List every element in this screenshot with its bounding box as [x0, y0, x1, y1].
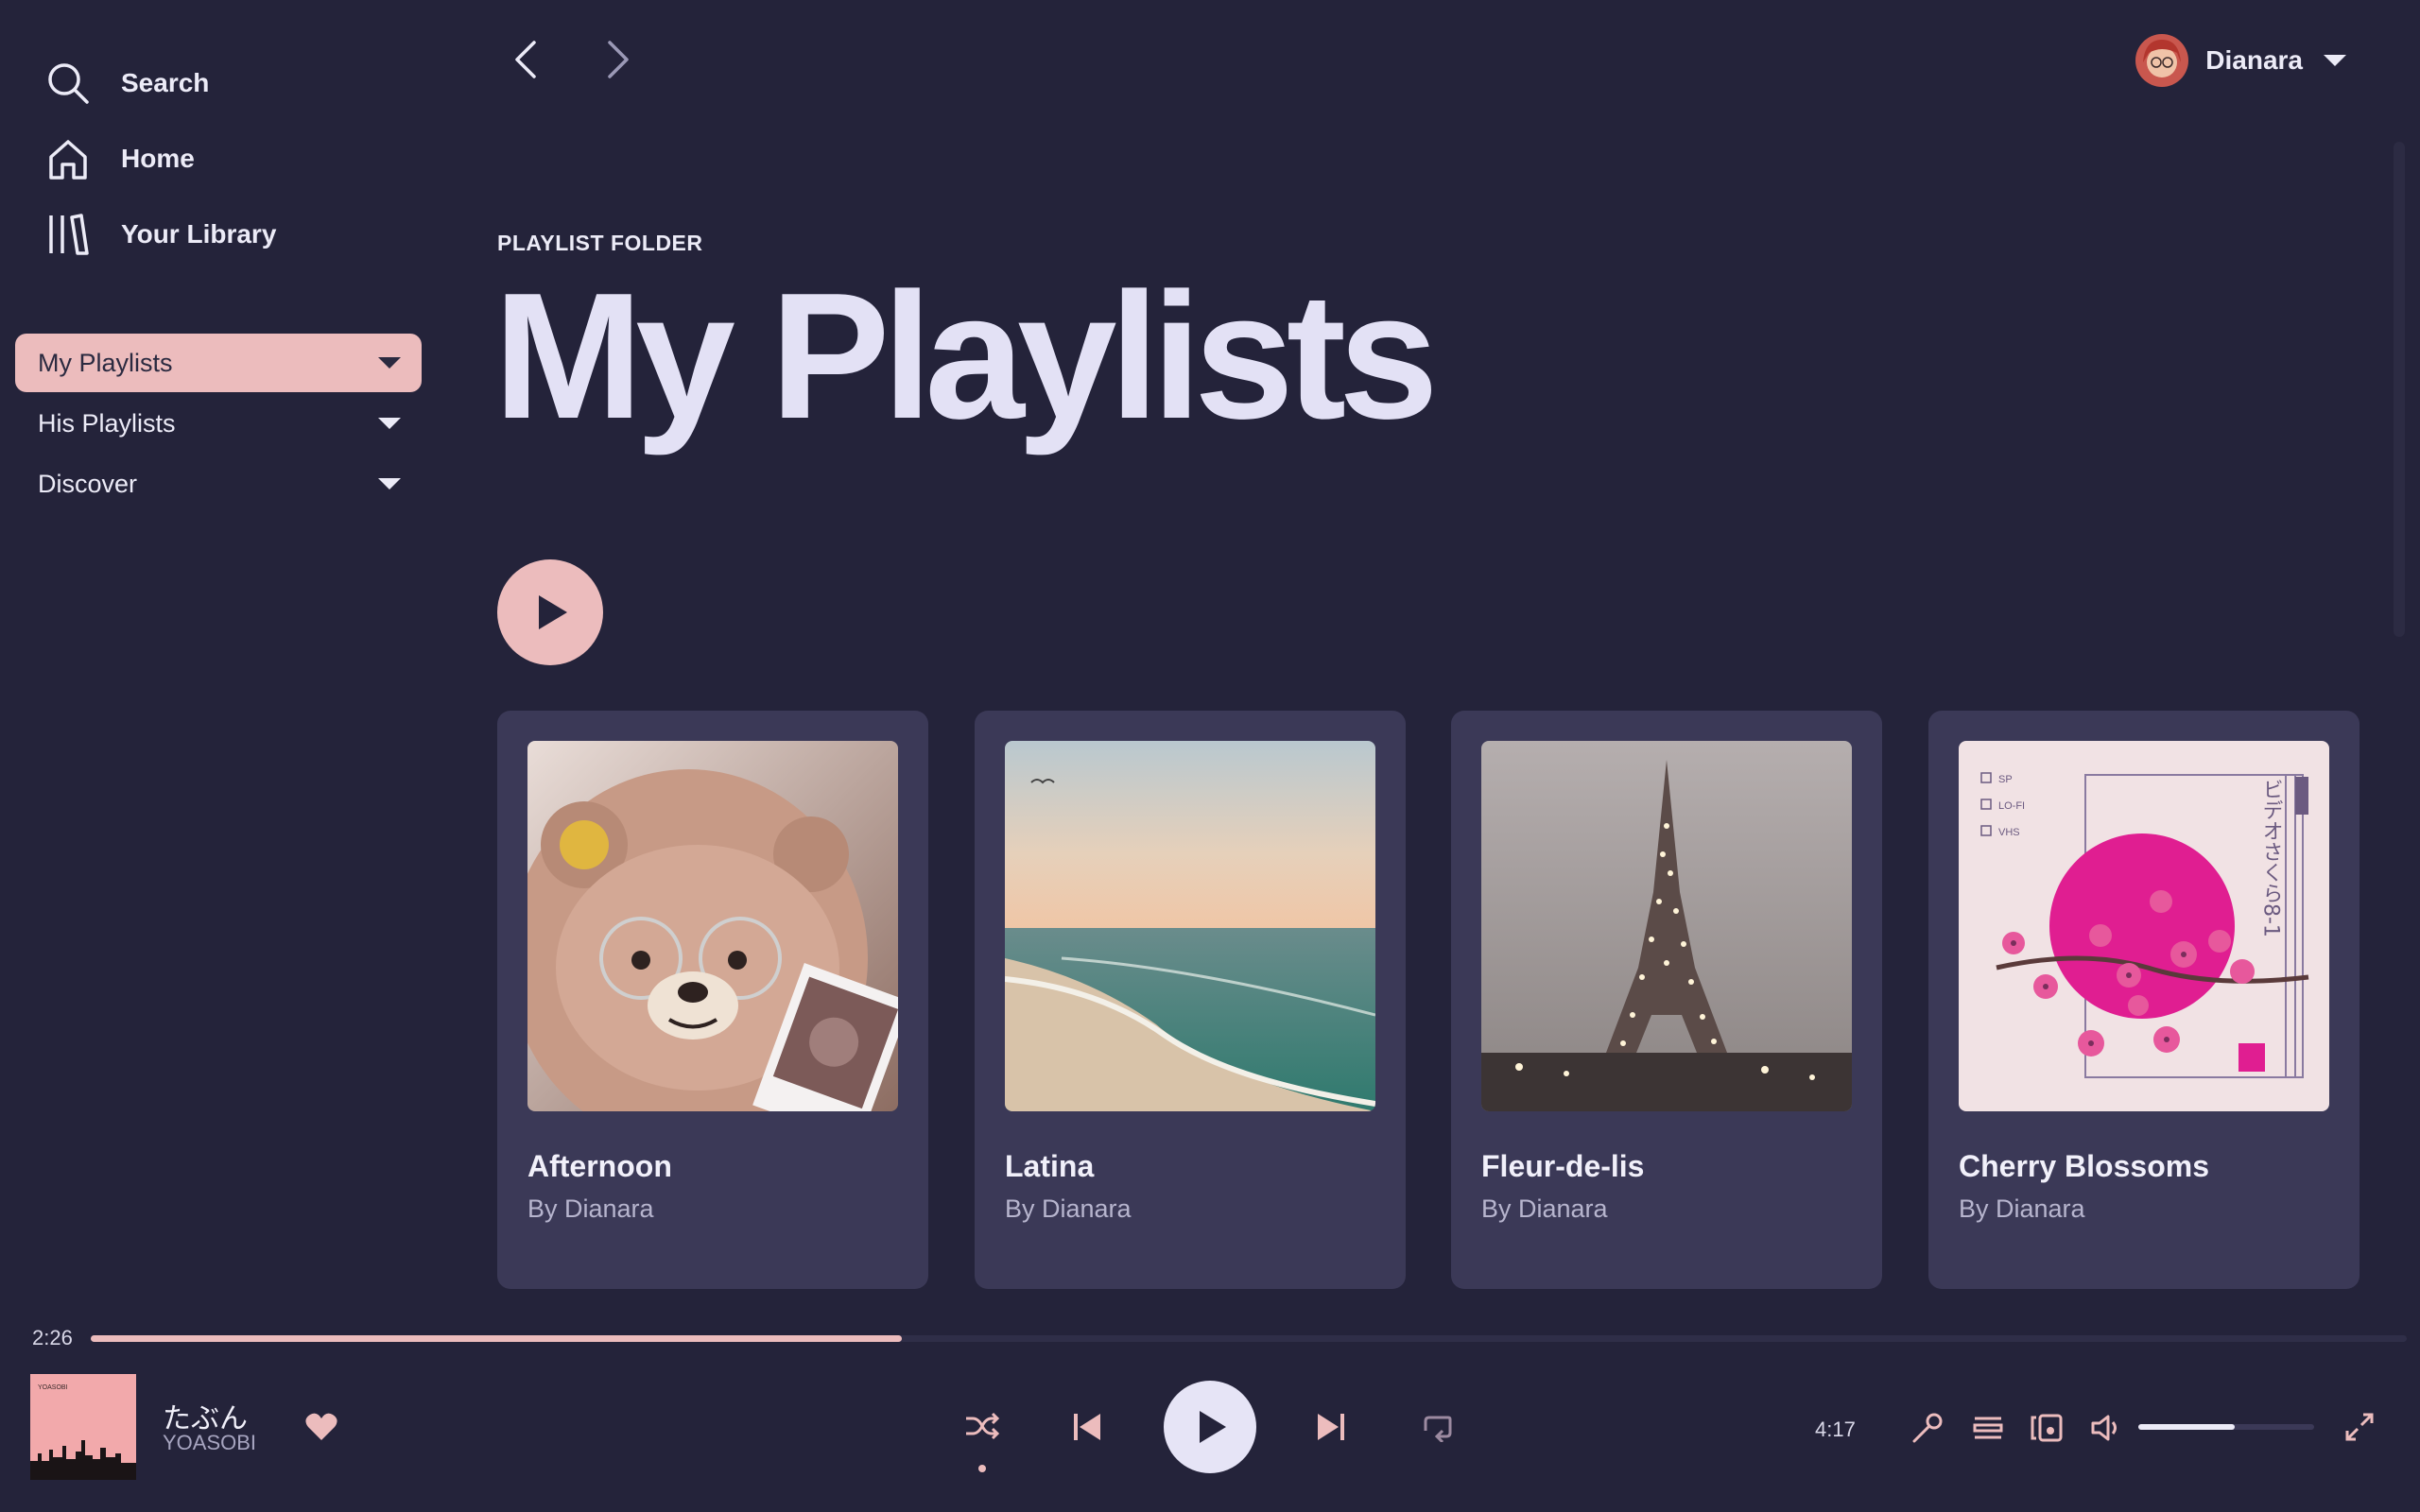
microphone-icon: [1912, 1413, 1943, 1443]
lyrics-button[interactable]: [1910, 1410, 1945, 1446]
playlist-cover: [527, 741, 898, 1111]
folder-discover[interactable]: Discover: [15, 455, 422, 513]
art-vertical-text: ビデオさくら8-1: [2259, 779, 2283, 937]
user-name: Dianara: [2205, 45, 2303, 75]
playlist-title: Latina: [1005, 1149, 1095, 1183]
progress-bar[interactable]: [91, 1335, 2407, 1342]
nav-home-label: Home: [121, 144, 195, 173]
caret-down-icon: [378, 418, 401, 429]
playlist-card-fleur-de-lis[interactable]: Fleur-de-lis By Dianara: [1451, 711, 1882, 1289]
playlist-title: Afternoon: [527, 1149, 672, 1183]
caret-down-icon: [378, 357, 401, 369]
play-icon: [1200, 1411, 1226, 1443]
volume-icon: [2091, 1415, 2117, 1441]
track-artist[interactable]: YOASOBI: [163, 1431, 256, 1455]
now-playing-cover[interactable]: YOASOBI: [30, 1374, 136, 1480]
caret-down-icon: [378, 478, 401, 490]
nav-search-label: Search: [121, 68, 210, 97]
chevron-left-icon: [515, 41, 536, 78]
playlist-cover: [1005, 741, 1375, 1111]
playlist-card-afternoon[interactable]: Afternoon By Dianara: [497, 711, 928, 1289]
volume-fill: [2138, 1424, 2236, 1430]
folder-label: Discover: [38, 469, 138, 498]
library-icon: [43, 210, 93, 259]
art-option-sp: SP: [1998, 774, 2013, 785]
playlist-card-latina[interactable]: Latina By Dianara: [975, 711, 1406, 1289]
fullscreen-button[interactable]: [2341, 1408, 2378, 1446]
forward-button[interactable]: [599, 34, 637, 85]
repeat-icon: [1424, 1416, 1452, 1442]
queue-button[interactable]: [1970, 1410, 2006, 1446]
playlist-owner: By Dianara: [1005, 1194, 1132, 1223]
playlist-owner: By Dianara: [1481, 1194, 1608, 1223]
playlist-cover: SP LO-FI VHS ビデオさくら8-1: [1959, 741, 2329, 1111]
playlist-owner: By Dianara: [1959, 1194, 2085, 1223]
nav-library-label: Your Library: [121, 219, 277, 249]
volume-slider[interactable]: [2138, 1424, 2314, 1430]
scrollbar[interactable]: [2394, 142, 2405, 637]
expand-icon: [2345, 1413, 2374, 1441]
shuffle-button[interactable]: [962, 1406, 1002, 1446]
playlist-cover: [1481, 741, 1852, 1111]
repeat-button[interactable]: [1418, 1408, 1456, 1446]
progress-fill: [91, 1335, 902, 1342]
folder-his-playlists[interactable]: His Playlists: [15, 394, 422, 453]
skip-back-icon: [1074, 1414, 1100, 1440]
folder-label: My Playlists: [38, 348, 173, 377]
duration-time: 4:17: [1815, 1418, 1856, 1441]
back-button[interactable]: [507, 34, 544, 85]
album-art-text: YOASOBI: [38, 1384, 68, 1391]
folder-label: His Playlists: [38, 408, 176, 438]
folder-my-playlists[interactable]: My Playlists: [15, 334, 422, 392]
playlist-title: Fleur-de-lis: [1481, 1149, 1645, 1183]
heart-icon: [305, 1413, 337, 1440]
art-option-lofi: LO-FI: [1998, 800, 2025, 812]
elapsed-time: 2:26: [32, 1326, 73, 1349]
playlist-card-cherry-blossoms[interactable]: SP LO-FI VHS ビデオさくら8-1 Cherry Blossoms B…: [1928, 711, 2360, 1289]
caret-down-icon: [2324, 55, 2346, 66]
shuffle-active-indicator: [978, 1465, 986, 1472]
playlist-title: Cherry Blossoms: [1959, 1149, 2209, 1183]
queue-icon: [1973, 1417, 2003, 1439]
like-button[interactable]: [304, 1412, 338, 1447]
play-folder-button[interactable]: [497, 559, 603, 665]
home-icon: [43, 134, 93, 183]
page-title: My Playlists: [493, 256, 1439, 456]
mute-button[interactable]: [2089, 1410, 2125, 1446]
next-button[interactable]: [1314, 1410, 1348, 1444]
art-option-vhs: VHS: [1998, 827, 2020, 838]
skip-forward-icon: [1318, 1414, 1344, 1440]
previous-button[interactable]: [1070, 1410, 1104, 1444]
shuffle-icon: [966, 1412, 1000, 1440]
nav-home[interactable]: Home: [43, 132, 195, 185]
devices-icon: [2031, 1414, 2063, 1442]
play-pause-button[interactable]: [1164, 1381, 1256, 1473]
sidebar: Search Home Your Library My Playlists Hi…: [0, 0, 437, 1331]
chevron-right-icon: [608, 41, 629, 78]
playlist-owner: By Dianara: [527, 1194, 654, 1223]
avatar: [2135, 34, 2189, 87]
search-icon: [43, 59, 93, 108]
connect-device-button[interactable]: [2029, 1410, 2065, 1446]
page-eyebrow: PLAYLIST FOLDER: [497, 231, 703, 255]
play-icon: [539, 595, 567, 629]
nav-library[interactable]: Your Library: [43, 208, 276, 261]
user-menu[interactable]: Dianara: [2135, 32, 2346, 89]
nav-search[interactable]: Search: [43, 57, 209, 110]
